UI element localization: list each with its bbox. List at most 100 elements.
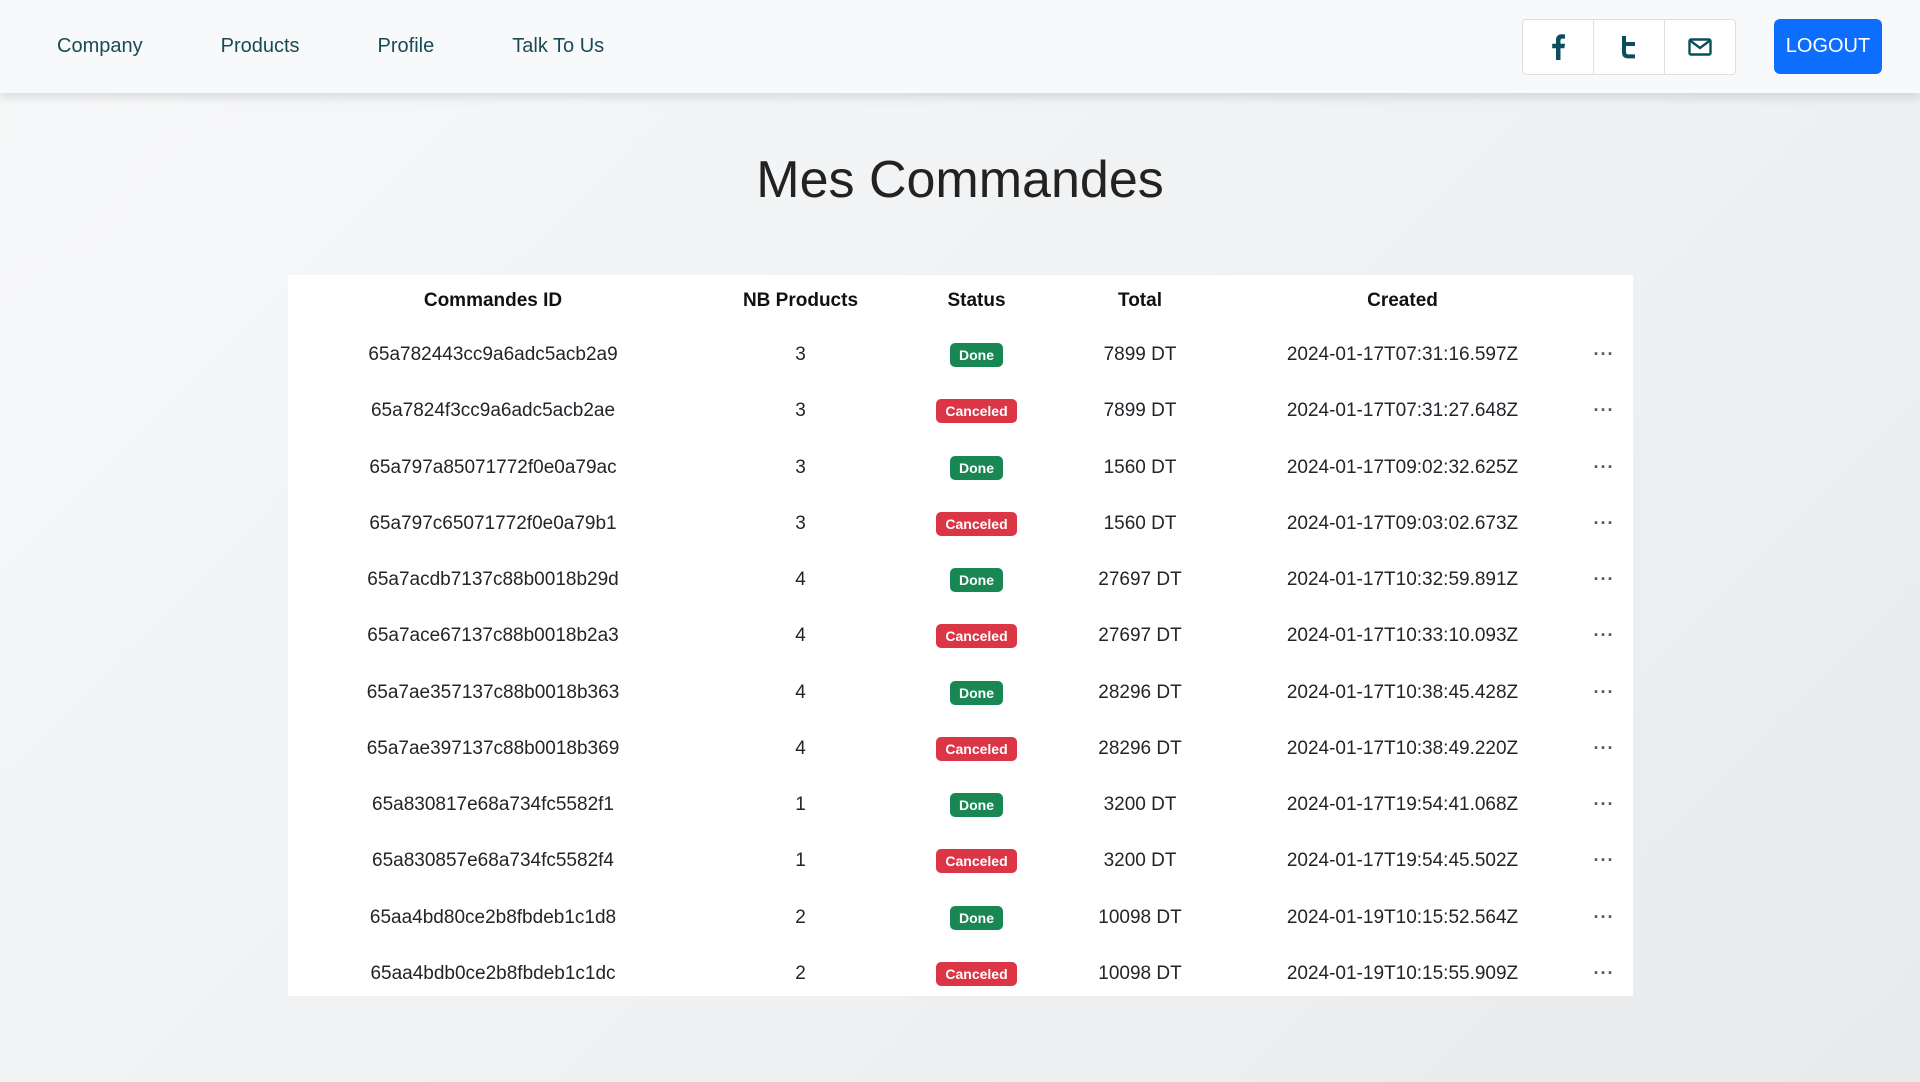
header-commandes-id: Commandes ID [423,290,563,311]
header-created: Created [1367,290,1438,311]
total-cell: 10098 DT [1098,906,1182,928]
order-id-cell: 65a797a85071772f0e0a79ac [369,456,617,478]
status-cell: Done [903,890,1050,946]
status-badge: Done [950,455,1003,480]
nb-products-cell: 4 [795,569,806,591]
nb-products-cell: 1 [795,794,806,816]
status-cell: Canceled [903,496,1050,552]
created-cell: 2024-01-17T19:54:45.502Z [1286,850,1519,872]
nav-link-profile[interactable]: Profile [378,35,435,58]
table-row: 65aa4bdb0ce2b8fbdeb1c1dc 2 Canceled 10098 D… [288,946,1633,1002]
status-cell: Done [903,665,1050,721]
row-actions-cell: ··· [1575,608,1633,664]
order-id-cell: 65a7ace67137c88b0018b2a3 [367,625,619,647]
nb-products-cell: 4 [795,737,806,759]
facebook-button[interactable] [1523,20,1594,74]
total-cell: 10098 DT [1098,962,1182,984]
nb-products-cell: 3 [795,456,806,478]
more-dots-icon[interactable]: ··· [1594,907,1615,927]
page-title: Mes Commandes [756,151,1164,209]
more-dots-icon[interactable]: ··· [1594,400,1615,420]
total-cell: 3200 DT [1103,794,1177,816]
total-cell: 7899 DT [1103,344,1177,366]
logout-button[interactable]: LOGOUT [1774,19,1882,74]
created-cell: 2024-01-17T07:31:16.597Z [1286,344,1519,366]
nb-products-cell: 1 [795,850,806,872]
status-badge: Done [950,793,1003,818]
created-cell: 2024-01-19T10:15:55.909Z [1286,962,1519,984]
more-dots-icon[interactable]: ··· [1594,344,1615,364]
table-row: 65a782443cc9a6adc5acb2a9 3 Done 7899 DT 2024… [288,327,1633,383]
more-dots-icon[interactable]: ··· [1594,513,1615,533]
created-cell: 2024-01-17T07:31:27.648Z [1286,400,1519,422]
header-nb-products: NB Products [742,290,859,311]
nav-link-products[interactable]: Products [221,35,300,58]
table-header-row: Commandes ID NB Products Status Total Cr… [288,275,1633,327]
nav-link-company[interactable]: Company [57,35,143,58]
mail-button[interactable] [1665,20,1735,74]
row-actions-cell: ··· [1575,833,1633,889]
more-dots-icon[interactable]: ··· [1594,682,1615,702]
nb-products-cell: 2 [795,906,806,928]
total-cell: 28296 DT [1098,737,1182,759]
order-id-cell: 65a7acdb7137c88b0018b29d [367,569,619,591]
more-dots-icon[interactable]: ··· [1594,457,1615,477]
created-cell: 2024-01-17T09:03:02.673Z [1286,512,1519,534]
status-cell: Canceled [903,721,1050,777]
status-cell: Canceled [903,608,1050,664]
row-actions-cell: ··· [1575,327,1633,383]
order-id-cell: 65aa4bd80ce2b8fbdeb1c1d8 [369,906,617,928]
more-dots-icon[interactable]: ··· [1594,794,1615,814]
total-cell: 28296 DT [1098,681,1182,703]
status-badge: Done [950,568,1003,593]
status-badge: Canceled [936,511,1017,536]
status-cell: Done [903,327,1050,383]
twitter-button[interactable] [1594,20,1665,74]
more-dots-icon[interactable]: ··· [1594,625,1615,645]
more-dots-icon[interactable]: ··· [1594,738,1615,758]
nav-link-talk-to-us[interactable]: Talk To Us [512,35,604,58]
orders-table-body: 65a782443cc9a6adc5acb2a9 3 Done 7899 DT 2024… [288,327,1633,1002]
created-cell: 2024-01-17T09:02:32.625Z [1286,456,1519,478]
status-badge: Canceled [936,624,1017,649]
facebook-icon [1552,34,1565,60]
order-id-cell: 65a7ae397137c88b0018b369 [366,737,620,759]
status-cell: Done [903,552,1050,608]
total-cell: 3200 DT [1103,850,1177,872]
row-actions-cell: ··· [1575,890,1633,946]
more-dots-icon[interactable]: ··· [1594,850,1615,870]
nb-products-cell: 3 [795,344,806,366]
row-actions-cell: ··· [1575,777,1633,833]
more-dots-icon[interactable]: ··· [1594,963,1615,983]
nb-products-cell: 4 [795,681,806,703]
orders-table-card: Commandes ID NB Products Status Total Cr… [288,275,1633,996]
order-id-cell: 65a782443cc9a6adc5acb2a9 [368,344,618,366]
total-cell: 7899 DT [1103,400,1177,422]
table-row: 65a830857e68a734fc5582f4 1 Canceled 3200 DT… [288,833,1633,889]
status-badge: Canceled [936,399,1017,424]
row-actions-cell: ··· [1575,383,1633,439]
table-row: 65a7ae397137c88b0018b369 4 Canceled 28296 D… [288,721,1633,777]
total-cell: 1560 DT [1103,512,1177,534]
total-cell: 1560 DT [1103,456,1177,478]
order-id-cell: 65aa4bdb0ce2b8fbdeb1c1dc [370,962,616,984]
nb-products-cell: 2 [795,962,806,984]
created-cell: 2024-01-17T10:38:45.428Z [1286,681,1519,703]
status-cell: Canceled [903,833,1050,889]
created-cell: 2024-01-19T10:15:52.564Z [1286,906,1519,928]
row-actions-cell: ··· [1575,496,1633,552]
table-row: 65a7ae357137c88b0018b363 4 Done 28296 DT 202… [288,665,1633,721]
table-row: 65a797a85071772f0e0a79ac 3 Done 1560 DT 2024… [288,440,1633,496]
status-cell: Done [903,777,1050,833]
row-actions-cell: ··· [1575,721,1633,777]
more-dots-icon[interactable]: ··· [1594,569,1615,589]
created-cell: 2024-01-17T10:38:49.220Z [1286,737,1519,759]
status-badge: Canceled [936,961,1017,986]
mail-icon [1688,38,1712,56]
nav-links: Company Products Profile Talk To Us [57,0,682,93]
table-row: 65a7ace67137c88b0018b2a3 4 Canceled 27697 D… [288,608,1633,664]
row-actions-cell: ··· [1575,946,1633,1002]
order-id-cell: 65a7ae357137c88b0018b363 [366,681,620,703]
order-id-cell: 65a797c65071772f0e0a79b1 [369,512,617,534]
row-actions-cell: ··· [1575,552,1633,608]
